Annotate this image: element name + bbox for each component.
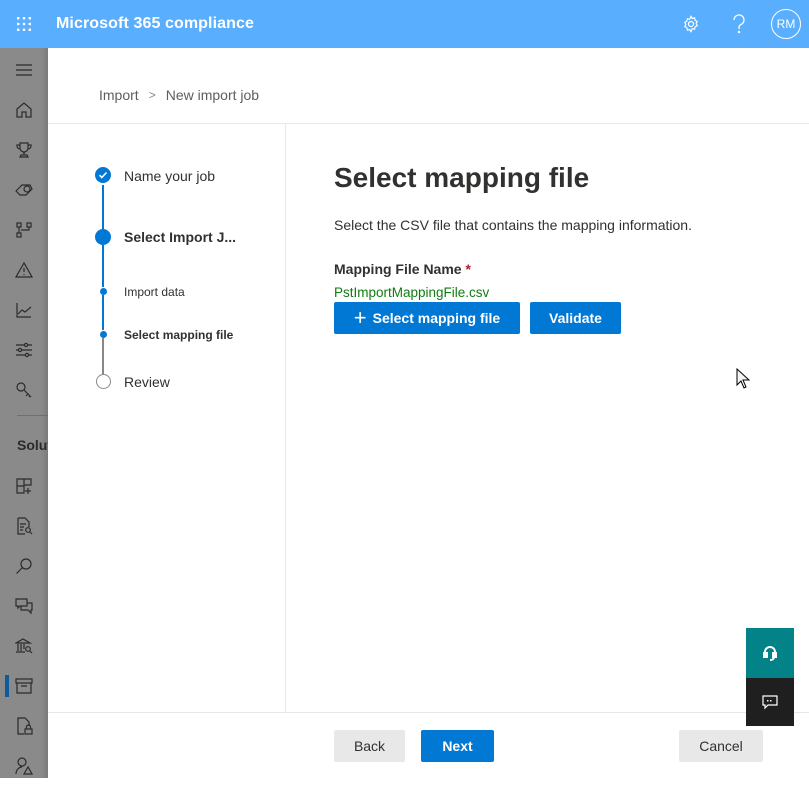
page-description: Select the CSV file that contains the ma… xyxy=(334,217,692,233)
breadcrumb-separator: > xyxy=(148,88,156,102)
step-select-import-job[interactable]: Select Import J... xyxy=(124,229,236,245)
help-support-button[interactable] xyxy=(746,628,794,678)
settings-icon xyxy=(684,15,698,33)
archive-icon xyxy=(15,678,33,694)
headset-icon xyxy=(763,646,777,661)
step-connector xyxy=(102,185,104,230)
search-icon xyxy=(16,558,32,574)
top-bar: Microsoft 365 compliance RM xyxy=(0,0,809,48)
trophy-icon xyxy=(16,142,32,158)
nav-reports[interactable] xyxy=(0,290,48,330)
app-launcher-button[interactable] xyxy=(0,0,48,48)
hamburger-icon xyxy=(16,64,32,76)
step-connector xyxy=(102,295,104,330)
help-button[interactable] xyxy=(715,0,763,48)
nav-classification[interactable] xyxy=(0,170,48,210)
substep-indicator xyxy=(100,288,107,295)
sliders-icon xyxy=(16,342,32,358)
document-lock-icon xyxy=(17,717,33,735)
breadcrumb-new-import-job: New import job xyxy=(165,87,260,103)
nav-alerts[interactable] xyxy=(0,250,48,290)
nav-menu-toggle[interactable] xyxy=(0,50,48,90)
substep-indicator xyxy=(100,331,107,338)
settings-button[interactable] xyxy=(667,0,715,48)
nav-home[interactable] xyxy=(0,90,48,130)
user-avatar[interactable]: RM xyxy=(771,9,801,39)
nav-connectors[interactable] xyxy=(0,210,48,250)
nav-insider-risk[interactable] xyxy=(0,746,48,786)
step-current-indicator xyxy=(95,229,111,245)
step-completed-indicator xyxy=(95,167,111,183)
back-button[interactable]: Back xyxy=(334,730,405,762)
footer-divider xyxy=(48,712,809,713)
select-mapping-file-label: Select mapping file xyxy=(372,310,501,326)
mapping-file-label-text: Mapping File Name xyxy=(334,261,462,277)
nav-compliance-score[interactable] xyxy=(0,130,48,170)
chat-icon xyxy=(15,598,33,615)
document-search-icon xyxy=(17,517,33,535)
header-divider xyxy=(48,123,809,124)
line-chart-icon xyxy=(16,303,32,318)
feedback-button[interactable] xyxy=(746,678,794,726)
nav-audit[interactable] xyxy=(0,506,48,546)
app-title[interactable]: Microsoft 365 compliance xyxy=(56,15,254,33)
mapping-file-name: PstImportMappingFile.csv xyxy=(334,285,490,300)
step-import-data[interactable]: Import data xyxy=(124,285,185,299)
help-icon xyxy=(733,14,745,34)
apps-add-icon xyxy=(16,478,32,494)
nav-permissions[interactable] xyxy=(0,370,48,410)
validate-button[interactable]: Validate xyxy=(530,302,621,334)
nav-policies[interactable] xyxy=(0,330,48,370)
nav-section-label: Solutions xyxy=(17,437,48,453)
step-pending-indicator xyxy=(96,374,111,389)
org-chart-icon xyxy=(16,222,32,238)
step-name-your-job[interactable]: Name your job xyxy=(124,168,215,184)
feedback-icon xyxy=(762,694,778,709)
page-title: Select mapping file xyxy=(334,162,590,193)
steps-divider xyxy=(285,124,286,712)
nav-divider xyxy=(17,415,48,416)
key-icon xyxy=(16,382,32,398)
left-navigation: Solutions xyxy=(0,48,48,778)
step-connector xyxy=(102,338,104,374)
checkmark-icon xyxy=(98,171,108,179)
breadcrumb-import[interactable]: Import xyxy=(99,87,139,103)
person-warning-icon xyxy=(15,757,33,775)
nav-ediscovery[interactable] xyxy=(0,626,48,666)
mapping-file-label: Mapping File Name * xyxy=(334,261,471,277)
warning-icon xyxy=(15,261,33,278)
step-select-mapping-file[interactable]: Select mapping file xyxy=(124,328,233,342)
required-marker: * xyxy=(465,261,471,277)
app-launcher-icon xyxy=(17,17,31,31)
home-icon xyxy=(16,102,32,118)
content-area: Import > New import job Name your job Se… xyxy=(48,48,809,778)
next-button[interactable]: Next xyxy=(421,730,494,762)
breadcrumb: Import > New import job xyxy=(99,87,259,103)
nav-information-protection[interactable] xyxy=(0,706,48,746)
select-mapping-file-button[interactable]: + Select mapping file xyxy=(334,302,520,334)
step-review[interactable]: Review xyxy=(124,374,170,390)
add-icon: + xyxy=(353,305,367,330)
cancel-button[interactable]: Cancel xyxy=(679,730,763,762)
nav-catalog[interactable] xyxy=(0,466,48,506)
nav-communication-compliance[interactable] xyxy=(0,586,48,626)
nav-data-lifecycle[interactable] xyxy=(0,666,48,706)
bank-search-icon xyxy=(15,638,33,654)
mouse-cursor-icon xyxy=(736,368,750,389)
nav-content-search[interactable] xyxy=(0,546,48,586)
tag-icon xyxy=(15,184,33,196)
step-connector xyxy=(102,245,104,287)
